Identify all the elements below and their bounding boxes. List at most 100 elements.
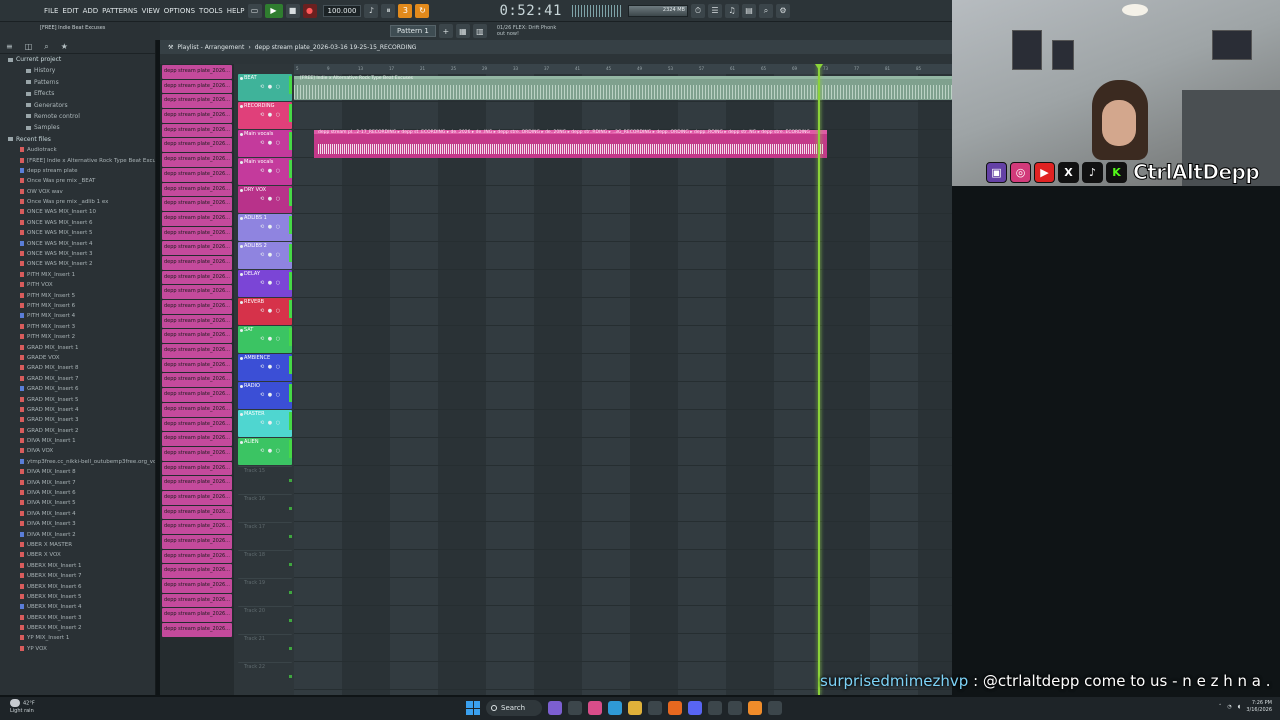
playlist-icon[interactable]: ▦ — [455, 24, 470, 38]
pattern-item[interactable]: depp stream plate_2026... — [162, 300, 232, 314]
timeline-ruler[interactable]: 5 9 13 17 21 25 29 33 37 41 45 49 53 57 61 65 69 73 77 81 85 — [294, 64, 952, 74]
browser-all-icon[interactable]: ◫ — [25, 42, 33, 51]
recent-file-item[interactable]: PITH MIX_Insert 6 — [0, 301, 155, 311]
track-controls[interactable]: ⟲ ● ○ — [260, 168, 281, 174]
playlist-tools-icon[interactable]: ⚒ — [168, 44, 173, 51]
pattern-item[interactable]: depp stream plate_2026... — [162, 461, 232, 476]
track-header[interactable]: ADLIBS 2 ⟲ ● ○ — [238, 242, 292, 269]
step-icon[interactable]: ▥ — [472, 24, 487, 38]
track-controls[interactable]: ⟲ ● ○ — [260, 392, 281, 398]
recent-file-item[interactable]: PITH MIX_Insert 5 — [0, 291, 155, 301]
arrangement-area[interactable]: 5 9 13 17 21 25 29 33 37 41 45 49 53 57 61 65 69 73 77 81 85… — [294, 64, 952, 695]
track-controls[interactable]: ⟲ ● ○ — [260, 140, 281, 146]
pattern-item[interactable]: depp stream plate_2026... — [162, 564, 232, 579]
pattern-item[interactable]: depp stream plate_2026... — [162, 241, 232, 255]
recent-file-item[interactable]: Once Was pre mix _adlib 1 ex — [0, 197, 155, 207]
track-header[interactable]: MASTER ⟲ ● ○ — [238, 410, 292, 437]
pattern-item[interactable]: depp stream plate_2026... — [162, 65, 232, 79]
recent-file-item[interactable]: UBER X MASTER — [0, 540, 155, 550]
recent-file-item[interactable]: Once Was pre mix _BEAT — [0, 176, 155, 186]
track-header[interactable]: Main vocals ⟲ ● ○ — [238, 130, 292, 157]
track-header[interactable]: Track 18 — [238, 550, 292, 577]
recent-file-item[interactable]: OW VOX wav — [0, 187, 155, 197]
volume-icon[interactable]: ◖ — [1238, 704, 1241, 710]
recent-file-item[interactable]: [FREE] Indie x Alternative Rock Type Bea… — [0, 156, 155, 166]
menu-view[interactable]: VIEW — [142, 7, 160, 15]
track-header[interactable]: Track 19 — [238, 578, 292, 605]
settings-icon[interactable] — [728, 701, 742, 715]
recent-file-item[interactable]: DIVA VOX — [0, 446, 155, 456]
pattern-item[interactable]: depp stream plate_2026... — [162, 535, 232, 549]
stop-button[interactable]: ■ — [285, 3, 300, 18]
file-explorer-icon[interactable] — [628, 701, 642, 715]
wait-icon[interactable]: ⏸ — [381, 3, 396, 18]
track-mute-switch[interactable] — [289, 412, 292, 430]
menu-add[interactable]: ADD — [83, 7, 99, 15]
track-header[interactable]: AMBIENCE ⟲ ● ○ — [238, 354, 292, 381]
track-mute-switch[interactable] — [289, 479, 292, 482]
add-pattern-icon[interactable]: + — [438, 24, 453, 38]
pattern-item[interactable]: depp stream plate_2026... — [162, 109, 232, 123]
menu-help[interactable]: HELP — [227, 7, 245, 15]
pattern-item[interactable]: depp stream plate_2026... — [162, 197, 232, 211]
task-view-icon[interactable] — [568, 701, 582, 715]
pattern-item[interactable]: depp stream plate_2026... — [162, 226, 232, 241]
pattern-item[interactable]: depp stream plate_2026... — [162, 549, 232, 564]
metronome-icon[interactable]: ♪ — [364, 3, 379, 18]
pattern-item[interactable]: depp stream plate_2026... — [162, 94, 232, 109]
firefox-icon[interactable] — [668, 701, 682, 715]
record-button[interactable]: ● — [302, 3, 317, 18]
track-mute-switch[interactable] — [289, 619, 292, 622]
track-header[interactable]: Track 22 — [238, 662, 292, 689]
pattern-item[interactable]: depp stream plate_2026... — [162, 505, 232, 520]
pattern-item[interactable]: depp stream plate_2026... — [162, 79, 232, 94]
recent-file-item[interactable]: GRAD MIX_Insert 4 — [0, 405, 155, 415]
recent-file-item[interactable]: GRAD MIX_Insert 3 — [0, 415, 155, 425]
track-header[interactable]: DRY VOX ⟲ ● ○ — [238, 186, 292, 213]
track-mute-switch[interactable] — [289, 104, 292, 122]
recent-file-item[interactable]: UBERX MIX_Insert 7 — [0, 571, 155, 581]
track-controls[interactable]: ⟲ ● ○ — [260, 336, 281, 342]
mixer-icon[interactable]: ☰ — [707, 3, 722, 18]
browser-search-icon[interactable]: ⌕ — [44, 42, 48, 52]
track-header[interactable]: REVERB ⟲ ● ○ — [238, 298, 292, 325]
pattern-item[interactable]: depp stream plate_2026... — [162, 402, 232, 417]
track-mute-switch[interactable] — [289, 563, 292, 566]
recent-file-item[interactable]: PITH MIX_Insert 2 — [0, 332, 155, 342]
track-controls[interactable]: ⟲ ● ○ — [260, 196, 281, 202]
recent-file-item[interactable]: ONCE WAS MIX_Insert 6 — [0, 218, 155, 228]
track-mute-switch[interactable] — [289, 507, 292, 510]
audio-clip-beat[interactable]: [FREE] Indie x Alternative Rock Type Bea… — [294, 76, 952, 100]
browser-options-icon[interactable]: ≡ — [6, 42, 13, 51]
weather-widget[interactable]: 42°F Light rain — [10, 699, 35, 715]
track-controls[interactable]: ⟲ ● ○ — [260, 308, 281, 314]
play-button[interactable]: ▶ — [264, 3, 283, 18]
recent-file-item[interactable]: GRAD MIX_Insert 8 — [0, 363, 155, 373]
pattern-item[interactable]: depp stream plate_2026... — [162, 153, 232, 167]
recent-file-item[interactable]: GRAD MIX_Insert 6 — [0, 384, 155, 394]
pattern-selector[interactable]: Pattern 1 — [390, 25, 436, 37]
news-panel[interactable]: 01/26 FLEX: Drift Phonk out now! — [497, 25, 556, 37]
track-mute-switch[interactable] — [289, 356, 292, 374]
recent-file-item[interactable]: GRAD MIX_Insert 2 — [0, 426, 155, 436]
recent-file-item[interactable]: PITH MIX_Insert 3 — [0, 322, 155, 332]
pattern-item[interactable]: depp stream plate_2026... — [162, 490, 232, 505]
track-controls[interactable]: ⟲ ● ○ — [260, 224, 281, 230]
pattern-item[interactable]: depp stream plate_2026... — [162, 314, 232, 329]
track-mute-switch[interactable] — [289, 244, 292, 262]
tempo-tapper-icon[interactable]: ⏱ — [690, 3, 705, 18]
recent-file-item[interactable]: DIVA MIX_Insert 4 — [0, 509, 155, 519]
track-mute-switch[interactable] — [289, 647, 292, 650]
recent-file-item[interactable]: UBERX MIX_Insert 4 — [0, 602, 155, 612]
pattern-item[interactable]: depp stream plate_2026... — [162, 520, 232, 534]
tempo-field[interactable]: 100.000 — [322, 4, 362, 17]
track-mute-switch[interactable] — [289, 160, 292, 178]
audio-clip-vocals[interactable]: depp stream pl...2-17_RECORDING ▸ depp s… — [314, 130, 827, 158]
recent-file-item[interactable]: depp stream plate — [0, 166, 155, 176]
recent-file-item[interactable]: ytmp3free.cc_nikki-bell_outubemp3free.or… — [0, 457, 155, 467]
menu-file[interactable]: FILE — [44, 7, 58, 15]
menu-options[interactable]: OPTIONS — [164, 7, 195, 15]
track-header[interactable]: Track 20 — [238, 606, 292, 633]
track-header[interactable]: ALIEN ⟲ ● ○ — [238, 438, 292, 465]
browser-section-samples[interactable]: Samples — [0, 122, 155, 133]
